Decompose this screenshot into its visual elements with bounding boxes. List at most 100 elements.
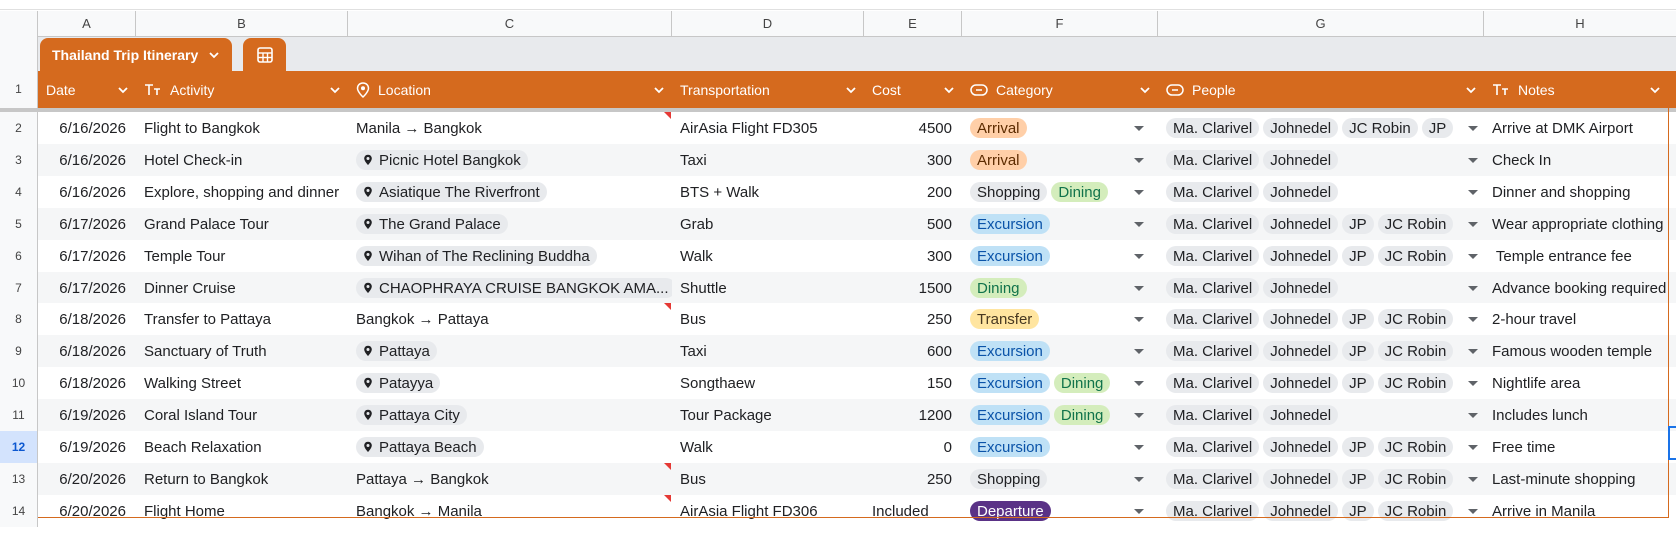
column-header-f[interactable]: F — [962, 11, 1158, 37]
notes-cell[interactable]: Last-minute shopping — [1484, 463, 1676, 495]
table-name-tab[interactable]: Thailand Trip Itinerary — [40, 38, 233, 71]
dropdown-arrow-icon[interactable] — [1468, 158, 1478, 163]
people-cell[interactable]: Ma. Clarivel Johnedel JP JC Robin — [1158, 208, 1484, 240]
row-number[interactable]: 8 — [0, 303, 38, 335]
activity-cell[interactable]: Transfer to Pattaya — [136, 303, 348, 335]
people-cell[interactable]: Ma. Clarivel Johnedel JC Robin JP — [1158, 112, 1484, 144]
location-cell[interactable]: Bangkok → Manila — [348, 495, 672, 527]
transportation-cell[interactable]: Taxi — [672, 335, 864, 367]
category-cell[interactable]: Arrival — [962, 112, 1158, 144]
transportation-cell[interactable]: Walk — [672, 240, 864, 272]
notes-cell[interactable]: Nightlife area — [1484, 367, 1676, 399]
date-cell[interactable]: 6/20/2026 — [38, 463, 136, 495]
comment-indicator[interactable] — [664, 112, 671, 119]
place-chip[interactable]: Picnic Hotel Bangkok — [356, 150, 528, 170]
chevron-down-icon[interactable] — [838, 84, 864, 96]
cost-cell[interactable]: 600 — [864, 335, 962, 367]
dropdown-arrow-icon[interactable] — [1134, 509, 1144, 514]
location-cell[interactable]: Wihan of The Reclining Buddha — [348, 240, 672, 272]
location-cell[interactable]: Bangkok → Pattaya — [348, 303, 672, 335]
notes-cell[interactable]: Dinner and shopping — [1484, 176, 1676, 208]
column-header-g[interactable]: G — [1158, 11, 1484, 37]
column-header-e[interactable]: E — [864, 11, 962, 37]
dropdown-arrow-icon[interactable] — [1134, 317, 1144, 322]
people-cell[interactable]: Ma. Clarivel Johnedel JP JC Robin — [1158, 431, 1484, 463]
row-number[interactable]: 6 — [0, 240, 38, 272]
cost-cell[interactable]: 0 — [864, 431, 962, 463]
notes-cell[interactable]: Arrive at DMK Airport — [1484, 112, 1676, 144]
category-cell[interactable]: Shopping Dining — [962, 176, 1158, 208]
dropdown-arrow-icon[interactable] — [1134, 445, 1144, 450]
chevron-down-icon[interactable] — [322, 84, 348, 96]
location-cell[interactable]: Pattaya Beach — [348, 431, 672, 463]
chevron-down-icon[interactable] — [1458, 84, 1484, 96]
transportation-cell[interactable]: Grab — [672, 208, 864, 240]
location-cell[interactable]: Pattaya → Bangkok — [348, 463, 672, 495]
header-notes[interactable]: Notes — [1484, 71, 1668, 108]
dropdown-arrow-icon[interactable] — [1468, 349, 1478, 354]
header-location[interactable]: Location — [348, 71, 672, 108]
column-header-a[interactable]: A — [38, 11, 136, 37]
table-view-button[interactable] — [243, 38, 286, 71]
location-cell[interactable]: Pattaya City — [348, 399, 672, 431]
dropdown-arrow-icon[interactable] — [1134, 286, 1144, 291]
date-cell[interactable]: 6/19/2026 — [38, 431, 136, 463]
cost-cell[interactable]: 200 — [864, 176, 962, 208]
row-number[interactable]: 5 — [0, 208, 38, 240]
activity-cell[interactable]: Coral Island Tour — [136, 399, 348, 431]
place-chip[interactable]: Pattaya — [356, 341, 437, 361]
chevron-down-icon[interactable] — [1642, 84, 1668, 96]
transportation-cell[interactable]: Taxi — [672, 144, 864, 176]
transportation-cell[interactable]: Bus — [672, 463, 864, 495]
dropdown-arrow-icon[interactable] — [1134, 158, 1144, 163]
dropdown-arrow-icon[interactable] — [1134, 126, 1144, 131]
cost-cell[interactable]: 150 — [864, 367, 962, 399]
dropdown-arrow-icon[interactable] — [1134, 190, 1144, 195]
transportation-cell[interactable]: BTS + Walk — [672, 176, 864, 208]
chevron-down-icon[interactable] — [208, 49, 220, 61]
place-chip[interactable]: Wihan of The Reclining Buddha — [356, 246, 597, 266]
place-chip[interactable]: Patayya — [356, 373, 441, 393]
chevron-down-icon[interactable] — [110, 84, 136, 96]
header-activity[interactable]: Activity — [136, 71, 348, 108]
category-cell[interactable]: Excursion Dining — [962, 399, 1158, 431]
location-cell[interactable]: Pattaya — [348, 335, 672, 367]
transportation-cell[interactable]: Walk — [672, 431, 864, 463]
comment-indicator[interactable] — [664, 463, 671, 470]
cost-cell[interactable]: Included — [864, 495, 962, 527]
dropdown-arrow-icon[interactable] — [1468, 509, 1478, 514]
dropdown-arrow-icon[interactable] — [1468, 222, 1478, 227]
comment-indicator[interactable] — [664, 495, 671, 502]
dropdown-arrow-icon[interactable] — [1134, 349, 1144, 354]
row-number[interactable]: 11 — [0, 399, 38, 431]
date-cell[interactable]: 6/16/2026 — [38, 144, 136, 176]
cost-cell[interactable]: 500 — [864, 208, 962, 240]
location-cell[interactable]: Asiatique The Riverfront — [348, 176, 672, 208]
row-number[interactable]: 3 — [0, 144, 38, 176]
category-cell[interactable]: Excursion — [962, 431, 1158, 463]
date-cell[interactable]: 6/17/2026 — [38, 272, 136, 304]
notes-cell[interactable]: Check In — [1484, 144, 1676, 176]
cost-cell[interactable]: 300 — [864, 240, 962, 272]
column-header-c[interactable]: C — [348, 11, 672, 37]
transportation-cell[interactable]: Bus — [672, 303, 864, 335]
notes-cell[interactable]: 2-hour travel — [1484, 303, 1676, 335]
location-cell[interactable]: Manila → Bangkok — [348, 112, 672, 144]
date-cell[interactable]: 6/18/2026 — [38, 303, 136, 335]
chevron-down-icon[interactable] — [936, 84, 962, 96]
chevron-down-icon[interactable] — [1132, 84, 1158, 96]
activity-cell[interactable]: Explore, shopping and dinner — [136, 176, 348, 208]
date-cell[interactable]: 6/17/2026 — [38, 208, 136, 240]
place-chip[interactable]: Asiatique The Riverfront — [356, 182, 547, 202]
notes-cell[interactable]: Wear appropriate clothing — [1484, 208, 1676, 240]
people-cell[interactable]: Ma. Clarivel Johnedel — [1158, 272, 1484, 304]
category-cell[interactable]: Excursion Dining — [962, 367, 1158, 399]
cost-cell[interactable]: 4500 — [864, 112, 962, 144]
dropdown-arrow-icon[interactable] — [1468, 445, 1478, 450]
dropdown-arrow-icon[interactable] — [1468, 190, 1478, 195]
cost-cell[interactable]: 250 — [864, 463, 962, 495]
date-cell[interactable]: 6/18/2026 — [38, 367, 136, 399]
activity-cell[interactable]: Flight Home — [136, 495, 348, 527]
activity-cell[interactable]: Grand Palace Tour — [136, 208, 348, 240]
dropdown-arrow-icon[interactable] — [1468, 126, 1478, 131]
